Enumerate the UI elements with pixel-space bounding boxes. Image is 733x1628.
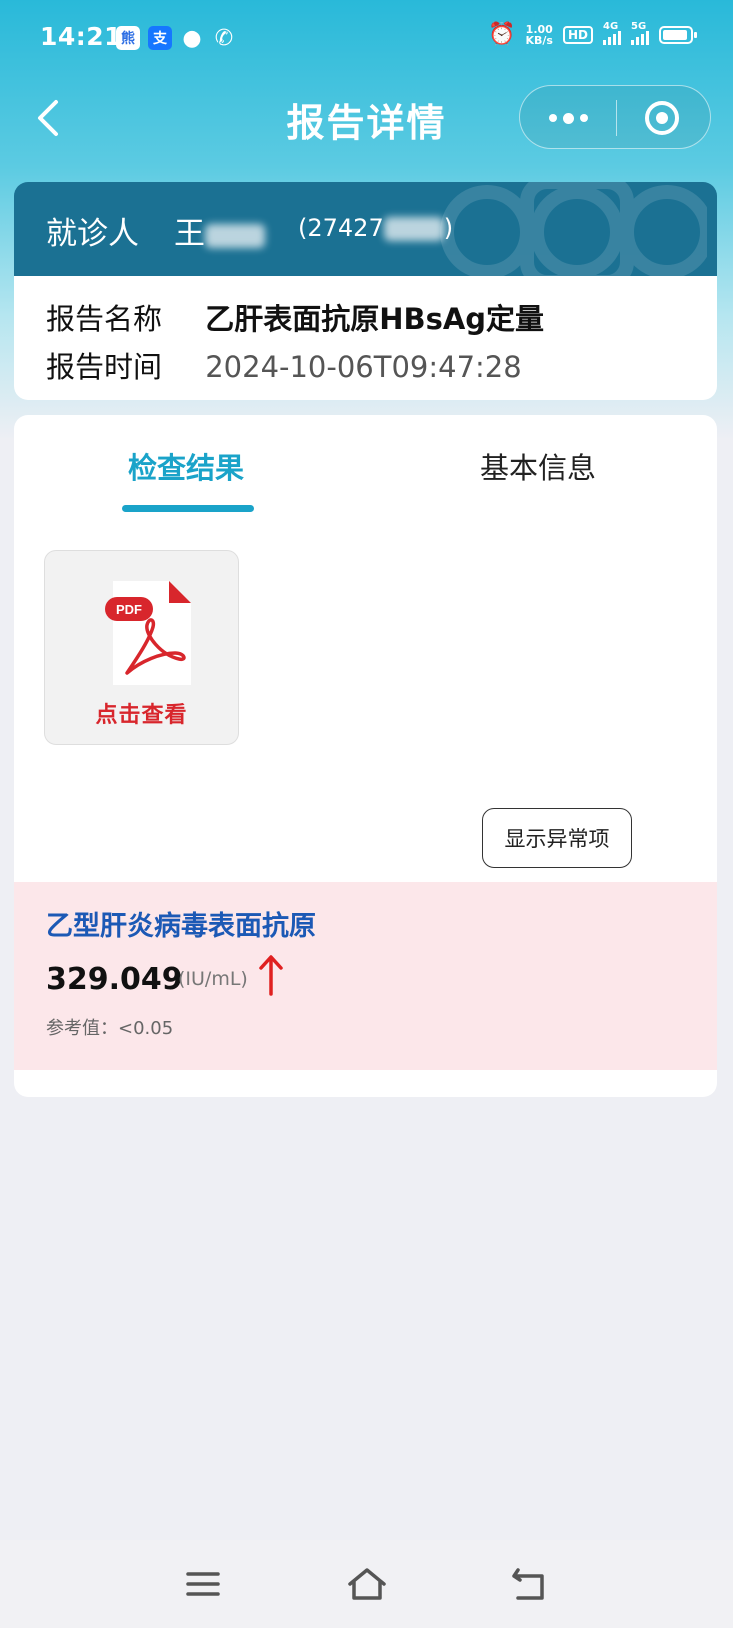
tab-results[interactable]: 检查结果 <box>128 445 244 487</box>
notification-icons: 熊 支 ● ✆ <box>116 25 236 51</box>
report-info-card: 报告名称 乙肝表面抗原HBsAg定量 报告时间 2024-10-06T09:47… <box>14 276 717 400</box>
result-value: 329.049 <box>46 962 183 997</box>
tab-basic-info[interactable]: 基本信息 <box>480 445 596 487</box>
chat-bubble-icon: ● <box>182 25 202 51</box>
net-speed-value: 1.00 <box>525 22 553 36</box>
recent-apps-button[interactable] <box>178 1562 228 1606</box>
pdf-badge: PDF <box>116 602 142 617</box>
patient-card: 就诊人 王 (27427) <box>14 182 717 276</box>
tab-active-indicator <box>122 505 254 512</box>
pdf-view-button[interactable]: PDF 点击查看 <box>44 550 239 745</box>
result-unit: (IU/mL) <box>178 968 248 990</box>
target-close-icon <box>645 101 679 135</box>
system-nav-bar <box>0 1540 733 1628</box>
arrow-up-icon <box>259 955 283 996</box>
net-type-4g: 4G <box>603 20 619 32</box>
back-icon <box>512 1568 544 1600</box>
report-time-value: 2024-10-06T09:47:28 <box>205 350 522 384</box>
report-name-row: 报告名称 乙肝表面抗原HBsAg定量 <box>46 296 544 338</box>
redacted-name <box>205 223 265 248</box>
patient-id-suffix: ) <box>443 214 454 242</box>
signal-4g-icon: 4G <box>603 21 621 45</box>
redacted-id <box>383 217 444 241</box>
miniprogram-capsule <box>519 85 711 149</box>
patient-name: 王 <box>174 208 265 253</box>
system-back-button[interactable] <box>504 1562 554 1606</box>
signal-5g-icon: 5G <box>631 21 649 45</box>
battery-icon <box>659 25 697 44</box>
home-icon <box>348 1568 386 1600</box>
close-miniprogram-button[interactable] <box>614 86 710 150</box>
status-right-group: ⏰ 1.00 KB/s HD 4G 5G <box>488 21 697 47</box>
home-button[interactable] <box>342 1562 392 1606</box>
phone-icon: ✆ <box>214 25 234 51</box>
patient-label: 就诊人 <box>46 216 139 252</box>
result-name: 乙型肝炎病毒表面抗原 <box>46 911 316 942</box>
net-speed-unit: KB/s <box>525 33 553 47</box>
show-abnormal-button[interactable]: 显示异常项 <box>482 808 632 868</box>
nav-bar: 报告详情 <box>0 82 733 152</box>
results-card: 检查结果 基本信息 PDF 点击查看 显示异常项 乙型肝炎病毒表面抗原 329.… <box>14 415 717 1097</box>
patient-id-prefix: (27427 <box>298 214 384 242</box>
hd-icon: HD <box>562 25 593 44</box>
pdf-view-label: 点击查看 <box>95 703 188 728</box>
pdf-file-icon: PDF <box>105 581 191 685</box>
menu-icon <box>186 1572 220 1596</box>
result-reference: 参考值：<0.05 <box>46 1018 174 1039</box>
report-time-label: 报告时间 <box>46 350 163 384</box>
baidu-icon: 熊 <box>116 26 140 50</box>
net-type-5g: 5G <box>631 20 647 32</box>
result-item: 乙型肝炎病毒表面抗原 329.049 (IU/mL) 参考值：<0.05 <box>14 882 717 1070</box>
status-time: 14:21 <box>40 22 123 51</box>
patient-id: (27427) <box>298 214 453 242</box>
more-button[interactable] <box>520 86 616 150</box>
patient-name-text: 王 <box>174 216 205 252</box>
report-time-row: 报告时间 2024-10-06T09:47:28 <box>46 344 522 386</box>
more-dots-icon <box>548 114 557 122</box>
report-name-label: 报告名称 <box>46 302 163 336</box>
alipay-icon: 支 <box>148 26 172 50</box>
report-name-value: 乙肝表面抗原HBsAg定量 <box>205 302 545 336</box>
net-speed: 1.00 KB/s <box>526 24 553 46</box>
alarm-icon: ⏰ <box>488 22 516 47</box>
status-bar: 14:21 熊 支 ● ✆ ⏰ 1.00 KB/s HD 4G 5G <box>0 0 733 80</box>
